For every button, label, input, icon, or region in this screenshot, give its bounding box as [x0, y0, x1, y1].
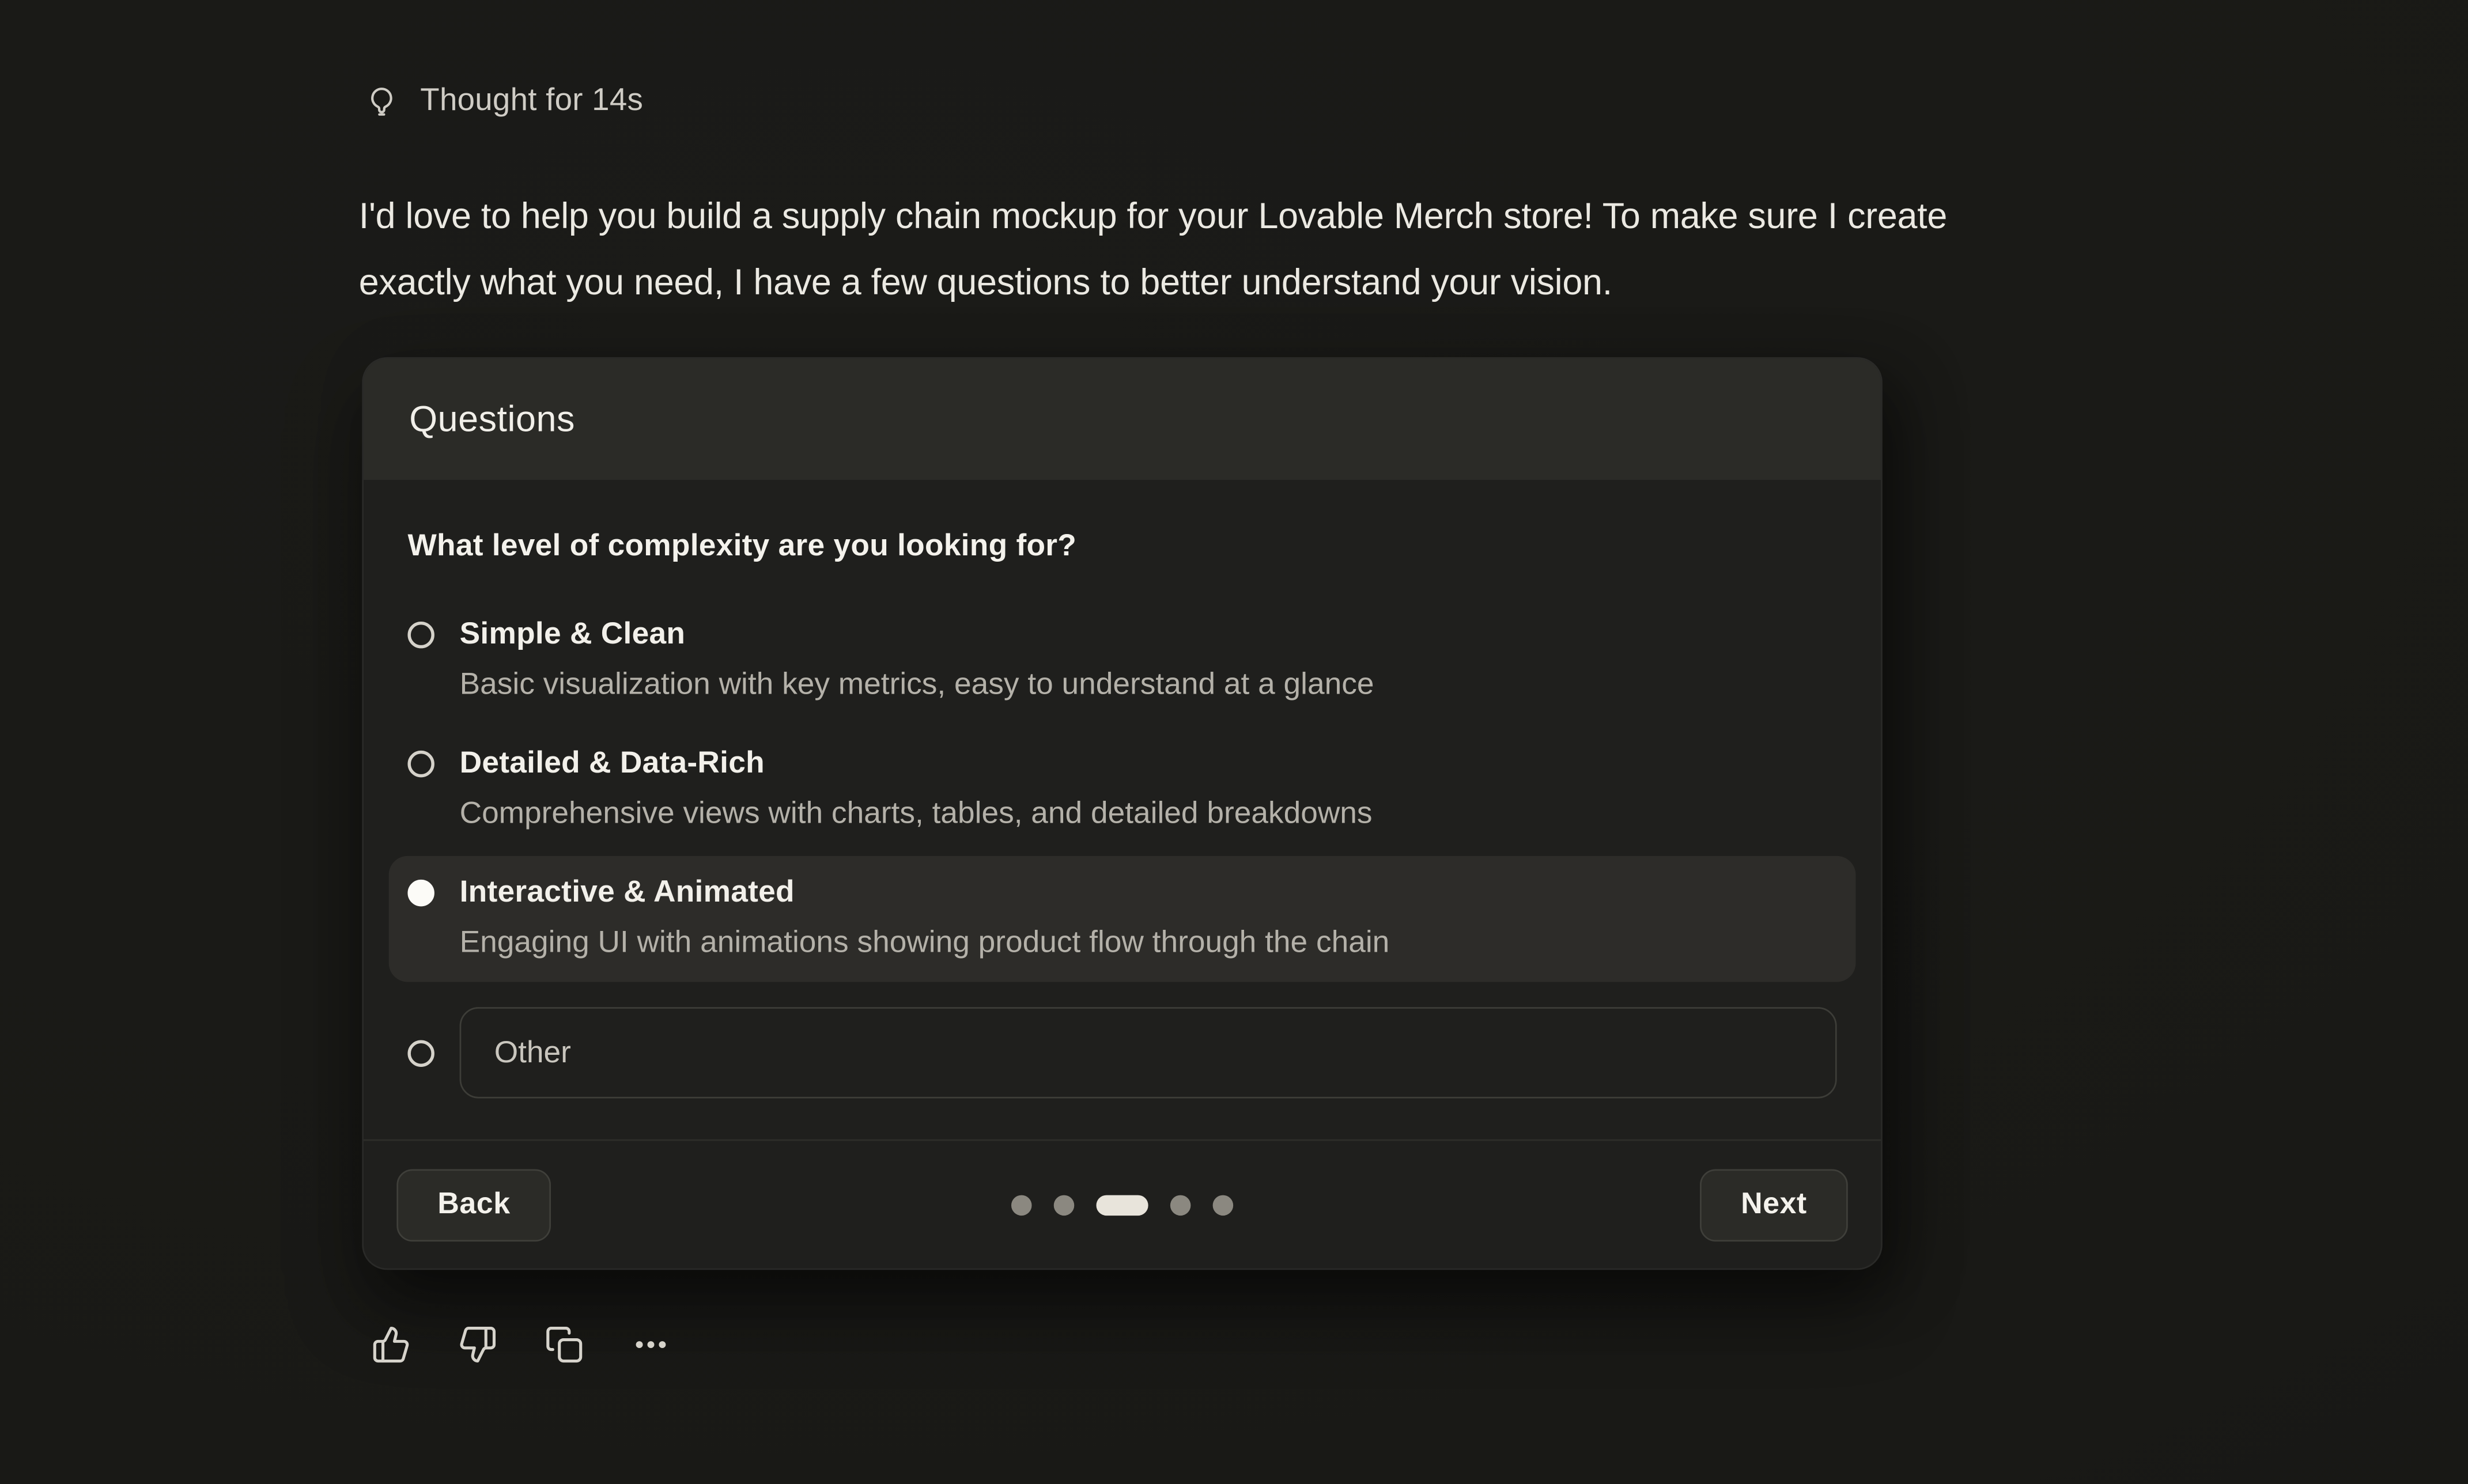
options-list: Simple & Clean Basic visualization with …	[407, 598, 1836, 1108]
copy-icon	[545, 1325, 584, 1364]
pagination-dot	[1213, 1194, 1234, 1215]
other-option-input[interactable]	[460, 1007, 1837, 1098]
copy-button[interactable]	[545, 1325, 584, 1364]
assistant-message: I'd love to help you build a supply chai…	[359, 183, 2279, 315]
questions-card-footer: Back Next	[364, 1140, 1881, 1269]
thumbs-up-button[interactable]	[372, 1325, 411, 1364]
questions-card-header: Questions	[364, 359, 1881, 480]
message-line-1: I'd love to help you build a supply chai…	[359, 183, 2279, 249]
next-button[interactable]: Next	[1700, 1168, 1848, 1241]
option-interactive-animated[interactable]: Interactive & Animated Engaging UI with …	[389, 856, 1856, 982]
more-options-icon	[631, 1325, 670, 1364]
option-other[interactable]	[389, 998, 1856, 1108]
radio-unselected-icon[interactable]	[407, 750, 434, 777]
pagination-dot	[1054, 1194, 1075, 1215]
option-description: Engaging UI with animations showing prod…	[460, 919, 1390, 966]
pagination-dot	[1011, 1194, 1032, 1215]
radio-unselected-icon[interactable]	[407, 1039, 434, 1066]
pagination-dot	[1170, 1194, 1191, 1215]
chat-message-view: Thought for 14s I'd love to help you bui…	[0, 0, 2468, 1484]
option-title: Interactive & Animated	[460, 872, 1390, 913]
questions-card-body: What level of complexity are you looking…	[364, 480, 1881, 1139]
more-options-button[interactable]	[631, 1325, 670, 1364]
thumbs-up-icon	[372, 1325, 411, 1364]
card-title: Questions	[409, 398, 575, 441]
radio-selected-icon[interactable]	[407, 879, 434, 906]
option-simple-clean[interactable]: Simple & Clean Basic visualization with …	[389, 598, 1856, 724]
question-text: What level of complexity are you looking…	[407, 525, 1836, 566]
option-description: Comprehensive views with charts, tables,…	[460, 790, 1373, 837]
option-description: Basic visualization with key metrics, ea…	[460, 661, 1374, 708]
option-title: Simple & Clean	[460, 614, 1374, 654]
lightbulb-icon	[364, 84, 400, 120]
thought-label: Thought for 14s	[420, 84, 643, 120]
option-detailed-data-rich[interactable]: Detailed & Data-Rich Comprehensive views…	[389, 727, 1856, 853]
thumbs-down-button[interactable]	[458, 1325, 497, 1364]
thumbs-down-icon	[458, 1325, 497, 1364]
questions-card: Questions What level of complexity are y…	[362, 357, 1883, 1270]
message-line-2: exactly what you need, I have a few ques…	[359, 249, 2279, 315]
option-title: Detailed & Data-Rich	[460, 743, 1373, 783]
message-actions	[372, 1325, 671, 1364]
pagination-dot-active	[1096, 1194, 1148, 1215]
thought-summary[interactable]: Thought for 14s	[364, 84, 643, 120]
back-button[interactable]: Back	[396, 1168, 551, 1241]
pagination-dots	[1011, 1194, 1233, 1215]
radio-unselected-icon[interactable]	[407, 621, 434, 648]
